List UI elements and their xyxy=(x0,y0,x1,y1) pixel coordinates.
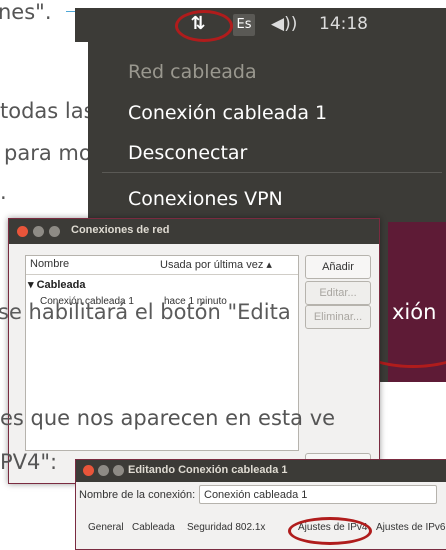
bg-text-que: es que nos aparecen en esta ve xyxy=(0,406,336,430)
tab-general[interactable]: General xyxy=(88,522,124,533)
settings-tabs: General Cableada Seguridad 802.1x Ajuste… xyxy=(76,516,446,540)
close-button[interactable] xyxy=(17,226,28,237)
menu-separator xyxy=(102,172,442,173)
edit-close-button[interactable] xyxy=(83,465,94,476)
bg-text-habilitara: se habilitará el botón "Edita xyxy=(0,300,291,324)
tab-wired[interactable]: Cableada xyxy=(132,522,175,533)
edit-minimize-button[interactable] xyxy=(98,465,109,476)
highlight-circle-network xyxy=(175,10,233,42)
connection-name-label: Nombre de la conexión: xyxy=(79,489,196,501)
bg-text-xion: xión xyxy=(392,300,437,324)
edit-button[interactable]: Editar... xyxy=(305,281,371,305)
group-wired[interactable]: ▾ Cableada xyxy=(28,278,86,291)
add-button[interactable]: Añadir xyxy=(305,255,371,279)
edit-window-title: Editando Conexión cableada 1 xyxy=(128,464,288,476)
highlight-circle-ipv4-tab xyxy=(288,517,372,545)
header-divider xyxy=(26,274,298,275)
clock[interactable]: 14:18 xyxy=(319,12,368,36)
column-header-last-used[interactable]: Usada por última vez ▴ xyxy=(160,258,272,271)
window-titlebar: Conexiones de red xyxy=(9,219,379,244)
menu-item-vpn[interactable]: Conexiones VPN xyxy=(128,188,283,210)
window-title: Conexiones de red xyxy=(71,224,170,236)
menu-item-disconnect[interactable]: Desconectar xyxy=(128,142,247,164)
menu-item-wired-connection[interactable]: Conexión cableada 1 xyxy=(128,102,327,124)
maximize-button[interactable] xyxy=(49,226,60,237)
top-panel: ⇅ Es ◀)) 14:18 xyxy=(75,8,446,42)
delete-button[interactable]: Eliminar... xyxy=(305,305,371,329)
column-header-name[interactable]: Nombre xyxy=(30,258,69,270)
connection-name-input[interactable]: Conexión cableada 1 xyxy=(199,485,437,504)
tab-security-8021x[interactable]: Seguridad 802.1x xyxy=(187,522,265,533)
minimize-button[interactable] xyxy=(33,226,44,237)
bg-text-dot: . xyxy=(0,180,7,204)
menu-header-wired: Red cableada xyxy=(128,61,257,83)
tab-ipv6[interactable]: Ajustes de IPv6 xyxy=(376,522,445,533)
bg-text-top: nes". xyxy=(0,0,52,24)
edit-connection-window: Editando Conexión cableada 1 Nombre de l… xyxy=(75,459,446,550)
bg-text-pv4: PV4": xyxy=(0,450,58,474)
volume-icon[interactable]: ◀)) xyxy=(271,12,297,36)
keyboard-layout-indicator[interactable]: Es xyxy=(233,14,255,36)
edit-maximize-button[interactable] xyxy=(113,465,124,476)
network-connections-window: Conexiones de red Nombre Usada por últim… xyxy=(8,218,380,484)
edit-window-titlebar: Editando Conexión cableada 1 xyxy=(76,460,446,482)
